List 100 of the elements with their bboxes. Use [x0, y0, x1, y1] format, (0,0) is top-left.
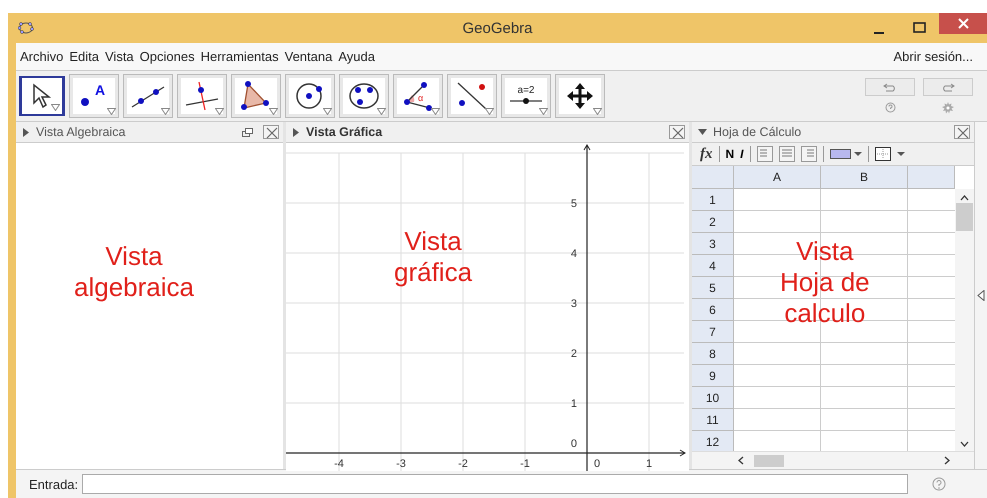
cell-grid[interactable]: Vista Hoja de calculo [734, 189, 955, 451]
dropdown-arrow-icon[interactable] [215, 108, 224, 115]
column-header[interactable]: B [821, 166, 908, 189]
dropdown-arrow-icon[interactable] [485, 108, 494, 115]
close-icon [264, 126, 278, 140]
scroll-right-icon[interactable] [944, 456, 950, 465]
row-header[interactable]: 12 [692, 431, 734, 451]
input-label: Entrada: [29, 476, 78, 492]
row-header[interactable]: 2 [692, 211, 734, 233]
dropdown-arrow-icon[interactable] [107, 108, 116, 115]
row-header[interactable]: 9 [692, 365, 734, 387]
scrollbar-thumb[interactable] [956, 203, 973, 231]
redo-icon [941, 82, 955, 92]
menu-item[interactable]: Ayuda [335, 49, 378, 64]
menu-item[interactable]: Herramientas [198, 49, 282, 64]
help-icon[interactable] [932, 477, 946, 491]
row-header[interactable]: 7 [692, 321, 734, 343]
tool-button[interactable] [19, 76, 65, 116]
tool-button[interactable] [177, 74, 227, 118]
annotation-label: Vista gráfica [394, 226, 472, 288]
axis-label: 1 [646, 458, 652, 470]
input-field[interactable] [82, 474, 908, 494]
axis-label: -1 [520, 458, 530, 470]
dropdown-arrow-icon[interactable] [593, 108, 602, 115]
menu-item[interactable]: Edita [66, 49, 102, 64]
redo-button[interactable] [923, 78, 973, 96]
panel-title: Hoja de Cálculo [713, 125, 802, 139]
menu-item[interactable]: Opciones [136, 49, 198, 64]
dropdown-arrow-icon[interactable] [539, 108, 548, 115]
column-header[interactable]: A [734, 166, 821, 189]
axis-label: 0 [594, 458, 600, 470]
row-header[interactable]: 8 [692, 343, 734, 365]
axis-label: 0 [570, 438, 577, 450]
scrollbar-thumb[interactable] [754, 454, 784, 466]
undock-icon[interactable] [242, 128, 253, 136]
right-triangle-icon[interactable] [22, 128, 30, 136]
tool-button[interactable] [447, 74, 497, 118]
panel-title: Vista Gráfica [306, 125, 382, 139]
row-header[interactable]: 3 [692, 233, 734, 255]
row-header[interactable]: 1 [692, 189, 734, 211]
align-icon[interactable] [800, 146, 817, 162]
close-icon [955, 126, 969, 140]
help-icon[interactable] [884, 102, 896, 113]
undo-icon [883, 82, 897, 92]
axis-label: -3 [396, 458, 406, 470]
vertical-scrollbar[interactable] [955, 189, 974, 451]
border-icon[interactable] [874, 147, 907, 161]
align-icon[interactable] [778, 146, 795, 162]
tool-button[interactable] [285, 74, 335, 118]
row-header[interactable]: 5 [692, 277, 734, 299]
bold-button[interactable]: N [726, 147, 734, 161]
dropdown-arrow-icon[interactable] [161, 108, 170, 115]
dropdown-arrow-icon[interactable] [323, 108, 332, 115]
close-button[interactable] [939, 13, 987, 34]
perpendicular-lines-icon [184, 81, 220, 111]
window-title: GeoGebra [462, 20, 533, 36]
axis-label: -4 [334, 458, 344, 470]
axis-label: 3 [570, 298, 577, 310]
undo-button[interactable] [865, 78, 915, 96]
menu-item[interactable]: Ventana [282, 49, 336, 64]
align-icon[interactable] [756, 146, 773, 162]
annotation-label: Vista algebraica [74, 241, 194, 303]
row-header[interactable]: 4 [692, 255, 734, 277]
down-triangle-icon[interactable] [698, 128, 707, 136]
right-triangle-icon[interactable] [292, 128, 300, 136]
tool-button[interactable]: A [69, 74, 119, 118]
tool-button[interactable] [123, 74, 173, 118]
row-header[interactable]: 11 [692, 409, 734, 431]
close-button[interactable] [263, 125, 279, 139]
panel-title: Vista Algebraica [36, 125, 126, 139]
tool-button[interactable] [339, 74, 389, 118]
function-button[interactable]: fx [700, 146, 712, 162]
scroll-up-icon[interactable] [960, 195, 969, 201]
horizontal-scrollbar[interactable] [692, 451, 974, 469]
dropdown-arrow-icon[interactable] [377, 108, 386, 115]
axis-label: 2 [570, 348, 577, 360]
tool-button[interactable] [555, 74, 605, 118]
tool-button[interactable]: α [393, 74, 443, 118]
close-button[interactable] [669, 125, 685, 139]
italic-button[interactable]: I [740, 147, 744, 161]
axis-label: 1 [570, 398, 577, 410]
row-header[interactable]: 10 [692, 387, 734, 409]
cursor-icon [31, 83, 53, 109]
scroll-left-icon[interactable] [738, 456, 744, 465]
row-header[interactable]: 6 [692, 299, 734, 321]
menu-item[interactable]: Vista [102, 49, 137, 64]
close-button[interactable] [954, 125, 970, 139]
settings-icon[interactable] [942, 102, 954, 114]
dropdown-arrow-icon[interactable] [431, 108, 440, 115]
menu-item[interactable]: Archivo [17, 49, 66, 64]
dropdown-arrow-icon[interactable] [51, 104, 60, 111]
tool-button[interactable]: a=2 [501, 74, 551, 118]
corner-cell[interactable] [692, 166, 734, 189]
dropdown-arrow-icon[interactable] [269, 108, 278, 115]
scroll-down-icon[interactable] [960, 441, 969, 447]
sign-in-link[interactable]: Abrir sesión... [894, 49, 973, 64]
tool-button[interactable] [231, 74, 281, 118]
fill-color-icon[interactable] [830, 148, 862, 160]
expand-panel-icon[interactable] [977, 290, 985, 301]
annotation-label: Vista Hoja de calculo [780, 236, 870, 329]
